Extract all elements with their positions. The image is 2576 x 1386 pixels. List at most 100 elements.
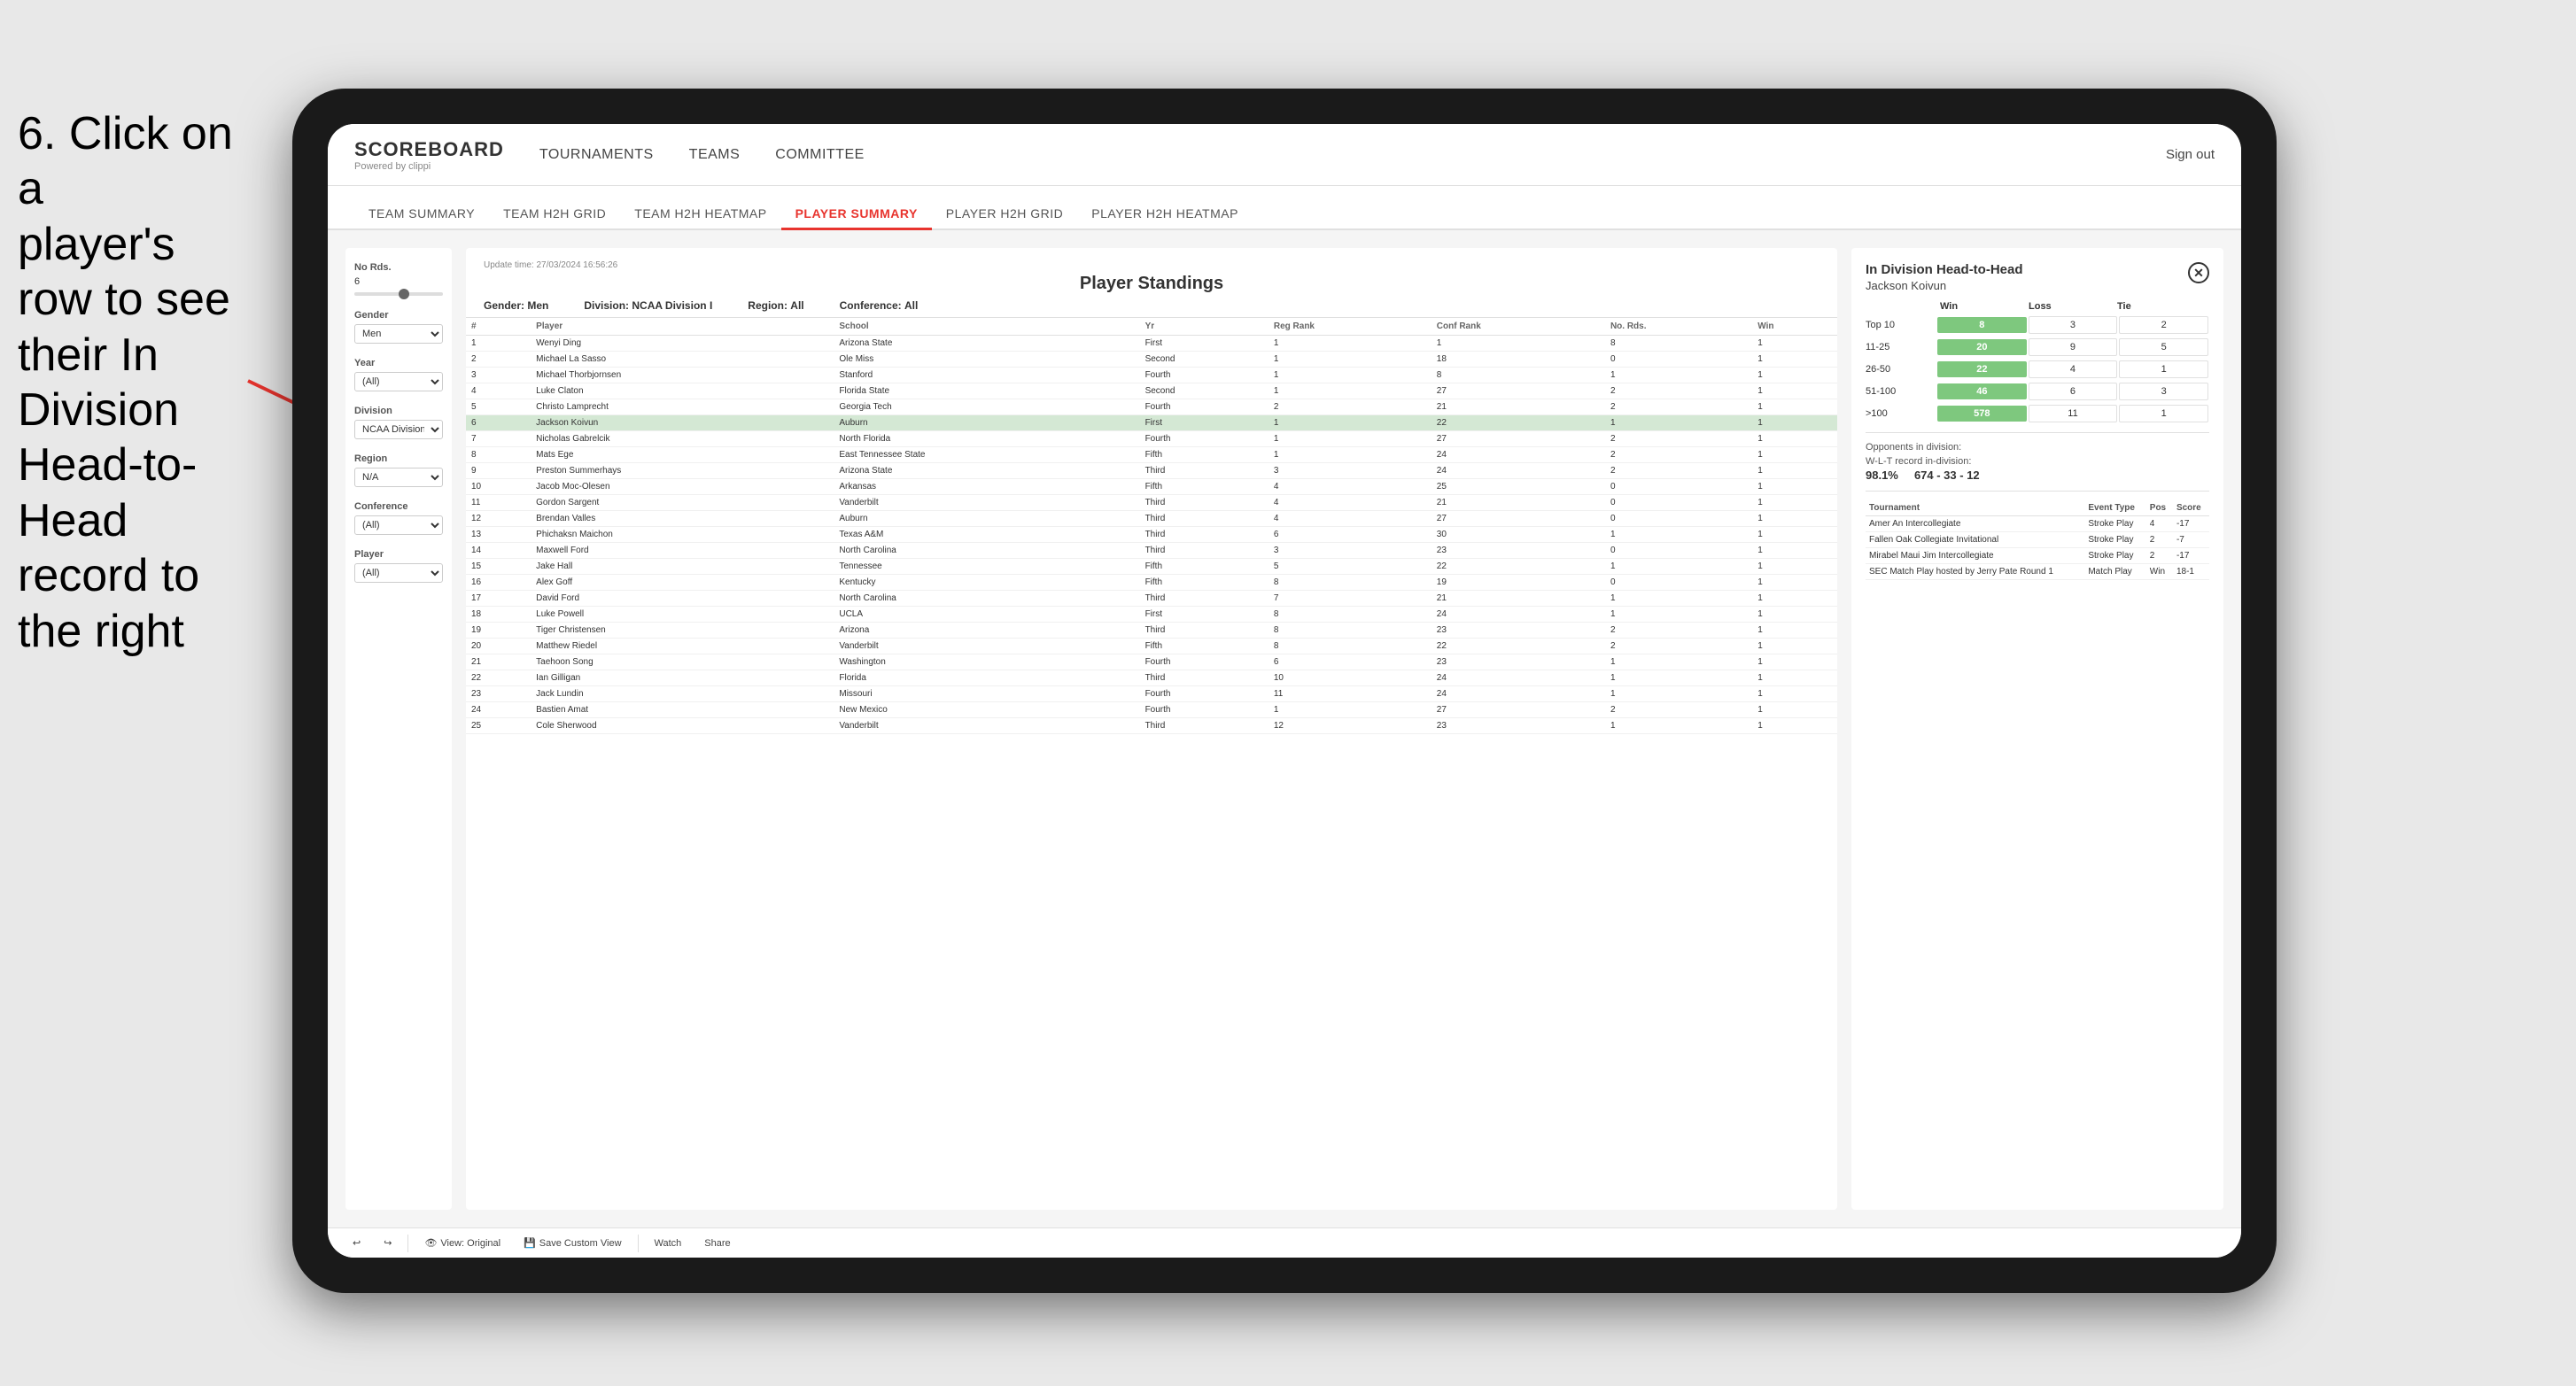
view-original-button[interactable]: 👁 View: Original [417, 1234, 508, 1252]
nav-committee[interactable]: COMMITTEE [775, 140, 865, 170]
cell-win: 1 [1752, 479, 1837, 495]
toolbar: ↩ ↪ 👁 View: Original 💾 Save Custom View … [328, 1227, 2241, 1258]
cell-yr: Fourth [1140, 431, 1269, 447]
table-row[interactable]: 13 Phichaksn Maichon Texas A&M Third 6 3… [466, 527, 1837, 543]
player-select[interactable]: (All) [354, 563, 443, 583]
subnav-team-h2h-grid[interactable]: TEAM H2H GRID [489, 199, 620, 230]
conference-select[interactable]: (All) [354, 515, 443, 535]
cell-rds: 0 [1605, 511, 1752, 527]
table-row[interactable]: 23 Jack Lundin Missouri Fourth 11 24 1 1 [466, 686, 1837, 702]
table-row[interactable]: 25 Cole Sherwood Vanderbilt Third 12 23 … [466, 718, 1837, 734]
table-row[interactable]: 21 Taehoon Song Washington Fourth 6 23 1… [466, 654, 1837, 670]
cell-reg: 1 [1269, 352, 1432, 368]
nav-teams[interactable]: TEAMS [689, 140, 741, 170]
cell-rds: 1 [1605, 368, 1752, 383]
table-row[interactable]: 19 Tiger Christensen Arizona Third 8 23 … [466, 623, 1837, 639]
cell-conf: 22 [1432, 415, 1605, 431]
subnav-player-h2h-grid[interactable]: PLAYER H2H GRID [932, 199, 1078, 230]
cell-player: Preston Summerhays [531, 463, 834, 479]
standings-header: Update time: 27/03/2024 16:56:26 Player … [466, 248, 1837, 318]
tour-col-pos: Pos [2146, 500, 2173, 516]
table-row[interactable]: 20 Matthew Riedel Vanderbilt Fifth 8 22 … [466, 639, 1837, 654]
year-select[interactable]: (All) [354, 372, 443, 391]
table-row[interactable]: 5 Christo Lamprecht Georgia Tech Fourth … [466, 399, 1837, 415]
division-select[interactable]: NCAA Division I [354, 420, 443, 439]
table-row[interactable]: 11 Gordon Sargent Vanderbilt Third 4 21 … [466, 495, 1837, 511]
tour-type: Stroke Play [2084, 532, 2145, 548]
cell-num: 25 [466, 718, 531, 734]
cell-school: Arizona State [834, 463, 1139, 479]
table-row[interactable]: 14 Maxwell Ford North Carolina Third 3 2… [466, 543, 1837, 559]
table-row[interactable]: 16 Alex Goff Kentucky Fifth 8 19 0 1 [466, 575, 1837, 591]
cell-conf: 30 [1432, 527, 1605, 543]
region-select[interactable]: N/A [354, 468, 443, 487]
subnav-player-summary[interactable]: PLAYER SUMMARY [781, 199, 932, 230]
cell-num: 24 [466, 702, 531, 718]
cell-win: 1 [1752, 575, 1837, 591]
table-row[interactable]: 8 Mats Ege East Tennessee State Fifth 1 … [466, 447, 1837, 463]
share-button[interactable]: Share [697, 1235, 737, 1252]
tour-pos: Win [2146, 564, 2173, 580]
conference-label: Conference [354, 501, 443, 512]
cell-conf: 27 [1432, 431, 1605, 447]
table-row[interactable]: 4 Luke Claton Florida State Second 1 27 … [466, 383, 1837, 399]
view-icon: 👁 [424, 1237, 437, 1249]
tournament-row: Mirabel Maui Jim Intercollegiate Stroke … [1866, 548, 2209, 564]
table-row[interactable]: 6 Jackson Koivun Auburn First 1 22 1 1 [466, 415, 1837, 431]
table-row[interactable]: 9 Preston Summerhays Arizona State Third… [466, 463, 1837, 479]
h2h-title: In Division Head-to-Head [1866, 262, 2023, 277]
table-row[interactable]: 2 Michael La Sasso Ole Miss Second 1 18 … [466, 352, 1837, 368]
table-row[interactable]: 22 Ian Gilligan Florida Third 10 24 1 1 [466, 670, 1837, 686]
redo-button[interactable]: ↪ [376, 1234, 399, 1252]
table-row[interactable]: 18 Luke Powell UCLA First 8 24 1 1 [466, 607, 1837, 623]
cell-school: Washington [834, 654, 1139, 670]
cell-reg: 10 [1269, 670, 1432, 686]
cell-school: Florida State [834, 383, 1139, 399]
undo-button[interactable]: ↩ [345, 1234, 368, 1252]
region-filter: Region N/A [354, 453, 443, 487]
cell-conf: 27 [1432, 511, 1605, 527]
table-row[interactable]: 3 Michael Thorbjornsen Stanford Fourth 1… [466, 368, 1837, 383]
cell-conf: 24 [1432, 686, 1605, 702]
h2h-close-button[interactable]: ✕ [2188, 262, 2209, 283]
table-row[interactable]: 10 Jacob Moc-Olesen Arkansas Fifth 4 25 … [466, 479, 1837, 495]
table-row[interactable]: 24 Bastien Amat New Mexico Fourth 1 27 2… [466, 702, 1837, 718]
cell-reg: 6 [1269, 654, 1432, 670]
cell-player: Michael La Sasso [531, 352, 834, 368]
cell-school: Vanderbilt [834, 495, 1139, 511]
cell-school: Arkansas [834, 479, 1139, 495]
gender-filter: Gender Men [354, 310, 443, 344]
instruction-line3: their In Division [18, 329, 179, 436]
no-rds-slider[interactable] [354, 292, 443, 296]
h2h-cell-loss: 6 [2029, 383, 2118, 400]
subnav-team-summary[interactable]: TEAM SUMMARY [354, 199, 489, 230]
slider-handle[interactable] [399, 289, 409, 299]
table-row[interactable]: 1 Wenyi Ding Arizona State First 1 1 8 1 [466, 336, 1837, 352]
table-row[interactable]: 17 David Ford North Carolina Third 7 21 … [466, 591, 1837, 607]
year-label: Year [354, 358, 443, 368]
cell-school: Tennessee [834, 559, 1139, 575]
watch-button[interactable]: Watch [648, 1235, 689, 1252]
subnav-player-h2h-heatmap[interactable]: PLAYER H2H HEATMAP [1077, 199, 1253, 230]
table-row[interactable]: 12 Brendan Valles Auburn Third 4 27 0 1 [466, 511, 1837, 527]
cell-win: 1 [1752, 368, 1837, 383]
sign-out-link[interactable]: Sign out [2166, 147, 2215, 162]
cell-win: 1 [1752, 623, 1837, 639]
h2h-cell-tie: 1 [2119, 405, 2208, 422]
cell-num: 21 [466, 654, 531, 670]
cell-yr: Fifth [1140, 479, 1269, 495]
table-row[interactable]: 15 Jake Hall Tennessee Fifth 5 22 1 1 [466, 559, 1837, 575]
wl-record-label: W-L-T record in-division: [1866, 456, 2209, 467]
nav-tournaments[interactable]: TOURNAMENTS [539, 140, 654, 170]
subnav-team-h2h-heatmap[interactable]: TEAM H2H HEATMAP [620, 199, 780, 230]
tour-pos: 2 [2146, 548, 2173, 564]
cell-yr: Third [1140, 527, 1269, 543]
logo-title: SCOREBOARD [354, 138, 504, 161]
cell-num: 18 [466, 607, 531, 623]
h2h-cell-win: 8 [1937, 317, 2027, 333]
gender-select[interactable]: Men [354, 324, 443, 344]
cell-num: 3 [466, 368, 531, 383]
save-custom-button[interactable]: 💾 Save Custom View [516, 1234, 628, 1252]
h2h-row-label: 26-50 [1866, 364, 1936, 375]
table-row[interactable]: 7 Nicholas Gabrelcik North Florida Fourt… [466, 431, 1837, 447]
